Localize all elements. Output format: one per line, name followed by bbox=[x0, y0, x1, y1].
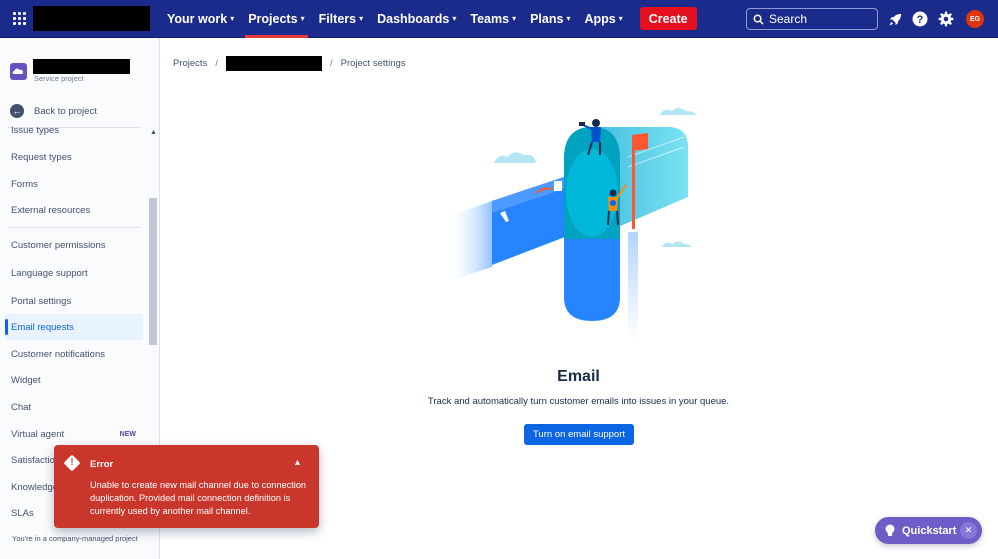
lightbulb-icon bbox=[885, 524, 895, 536]
chevron-down-icon: ▾ bbox=[359, 14, 364, 23]
nav-apps[interactable]: Apps ▾ bbox=[577, 0, 629, 38]
chevron-down-icon: ▾ bbox=[512, 14, 517, 23]
sidebar-item-widget[interactable]: Widget bbox=[5, 367, 143, 393]
breadcrumb-separator: / bbox=[215, 58, 218, 69]
collapse-chevron-up-icon[interactable]: ▴ bbox=[295, 457, 300, 468]
sidebar-item-forms[interactable]: Forms bbox=[5, 171, 143, 197]
empty-state-description: Track and automatically turn customer em… bbox=[427, 396, 730, 407]
chevron-down-icon: ▾ bbox=[230, 14, 235, 23]
project-mode-footer: You're in a company-managed project bbox=[12, 534, 138, 543]
svg-text:?: ? bbox=[917, 14, 924, 26]
breadcrumb-project-redacted[interactable] bbox=[225, 56, 322, 71]
error-message: Unable to create new mail channel due to… bbox=[90, 480, 307, 516]
project-name-redacted[interactable] bbox=[33, 59, 130, 74]
sidebar-item-chat[interactable]: Chat bbox=[5, 394, 143, 420]
create-button[interactable]: Create bbox=[639, 7, 697, 30]
close-icon[interactable]: ✕ bbox=[960, 522, 977, 539]
sidebar-item-portal-settings[interactable]: Portal settings bbox=[5, 288, 143, 314]
nav-teams[interactable]: Teams ▾ bbox=[463, 0, 523, 38]
chevron-down-icon: ▾ bbox=[566, 14, 571, 23]
breadcrumb: Projects / / Project settings bbox=[173, 56, 406, 71]
sidebar-item-request-types[interactable]: Request types bbox=[5, 144, 143, 170]
error-flag: ! Error ▴ Unable to create new mail chan… bbox=[54, 445, 319, 528]
sidebar-item-label: Virtual agent bbox=[11, 428, 65, 440]
user-avatar[interactable]: EG bbox=[966, 10, 984, 28]
sidebar-item-language-support[interactable]: Language support bbox=[5, 260, 143, 286]
top-navigation: Your work ▾ Projects ▾ Filters ▾ Dashboards… bbox=[0, 0, 998, 38]
sidebar-scrollbar-thumb[interactable] bbox=[149, 198, 157, 345]
chevron-down-icon: ▾ bbox=[618, 14, 623, 23]
nav-projects[interactable]: Projects ▾ bbox=[241, 0, 311, 38]
breadcrumb-projects[interactable]: Projects bbox=[173, 58, 207, 69]
arrow-left-icon: ← bbox=[10, 104, 24, 118]
chevron-down-icon: ▾ bbox=[452, 14, 457, 23]
sidebar-item-email-requests[interactable]: Email requests bbox=[5, 314, 143, 340]
search-icon bbox=[753, 14, 764, 25]
back-to-project-label: Back to project bbox=[34, 105, 97, 117]
quickstart-label: Quickstart bbox=[902, 524, 957, 537]
nav-your-work[interactable]: Your work ▾ bbox=[160, 0, 241, 38]
sidebar-item-customer-notifications[interactable]: Customer notifications bbox=[5, 341, 143, 367]
turn-on-email-support-button[interactable]: Turn on email support bbox=[524, 424, 634, 445]
back-to-project-link[interactable]: ← Back to project bbox=[10, 104, 97, 118]
help-icon[interactable]: ? bbox=[911, 10, 929, 28]
search-input[interactable]: Search bbox=[746, 8, 878, 30]
project-avatar-icon bbox=[10, 63, 27, 80]
error-title: Error bbox=[90, 459, 114, 470]
notifications-rocket-icon[interactable] bbox=[886, 10, 904, 28]
search-placeholder: Search bbox=[769, 12, 808, 26]
project-type-label: Service project bbox=[34, 74, 84, 83]
chevron-down-icon: ▾ bbox=[300, 14, 305, 23]
product-logo-redacted[interactable] bbox=[33, 6, 150, 31]
empty-state-title: Email bbox=[557, 368, 600, 385]
sidebar-item-external-resources[interactable]: External resources bbox=[5, 197, 143, 223]
mailbox-illustration bbox=[446, 108, 696, 340]
sidebar-item-virtual-agent[interactable]: Virtual agent NEW bbox=[5, 421, 143, 447]
sidebar-divider bbox=[8, 227, 140, 228]
settings-gear-icon[interactable] bbox=[937, 10, 955, 28]
scroll-up-arrow-icon[interactable]: ▲ bbox=[150, 129, 157, 136]
sidebar-item-customer-permissions[interactable]: Customer permissions bbox=[5, 232, 143, 258]
nav-filters[interactable]: Filters ▾ bbox=[312, 0, 371, 38]
nav-plans[interactable]: Plans ▾ bbox=[523, 0, 577, 38]
breadcrumb-project-settings[interactable]: Project settings bbox=[341, 58, 406, 69]
nav-dashboards[interactable]: Dashboards ▾ bbox=[370, 0, 463, 38]
error-exclamation-icon: ! bbox=[70, 457, 74, 467]
quickstart-button[interactable]: Quickstart ✕ bbox=[875, 517, 982, 544]
breadcrumb-separator: / bbox=[329, 58, 333, 69]
new-badge: NEW bbox=[119, 430, 136, 438]
sidebar-item-issue-types[interactable]: Issue types bbox=[5, 118, 143, 142]
